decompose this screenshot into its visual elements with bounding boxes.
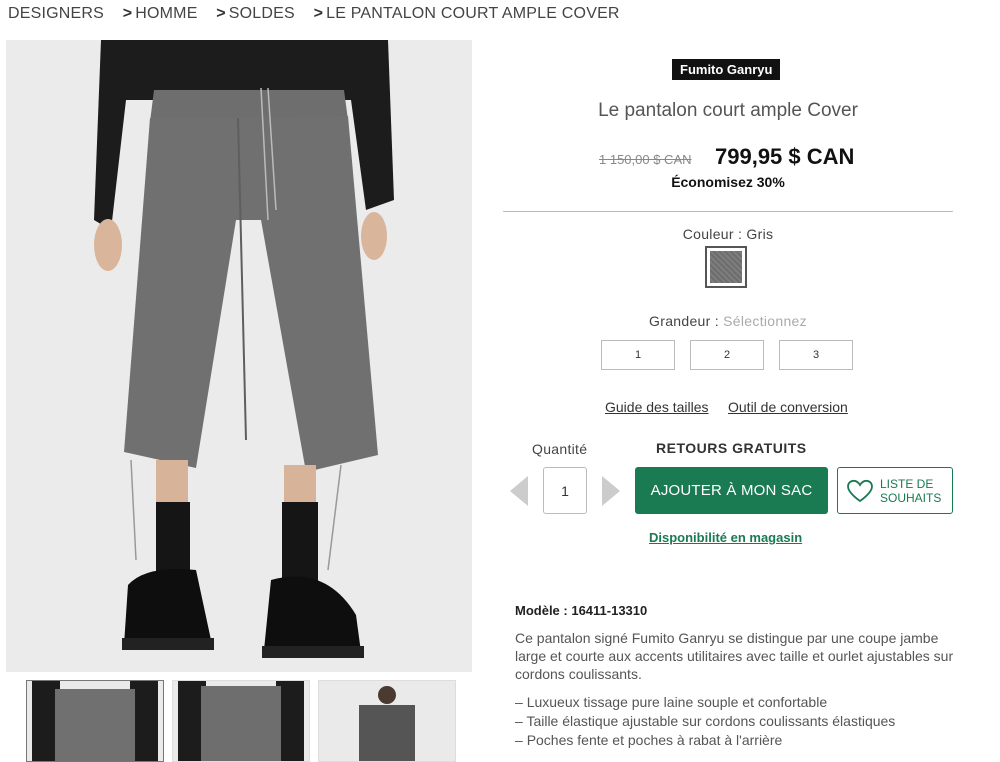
store-availability-link[interactable]: Disponibilité en magasin [649,530,802,545]
breadcrumb-designers[interactable]: DESIGNERS [8,5,104,23]
breadcrumb-separator: > [122,5,133,22]
size-placeholder: Sélectionnez [723,313,807,329]
size-option-1[interactable]: 1 [601,340,675,370]
size-option-3[interactable]: 3 [779,340,853,370]
color-label: Couleur : Gris [682,226,774,242]
breadcrumb-homme[interactable]: HOMME [135,5,197,23]
breadcrumb: DESIGNERS > HOMME > SOLDES > LE PANTALON CO… [8,5,620,23]
product-description: Ce pantalon signé Fumito Ganryu se disti… [515,630,954,682]
feature-item: Poches fente et poches à rabat à l'arriè… [515,731,895,750]
wishlist-label-line2: SOUHAITS [880,490,942,505]
feature-item: Taille élastique ajustable sur cordons c… [515,712,895,731]
quantity-decrease-arrow-icon[interactable] [510,476,528,506]
quantity-label: Quantité [532,441,588,457]
color-swatch-gris[interactable] [705,246,747,288]
wishlist-label-line1: LISTE DE [880,476,934,491]
free-returns-label: RETOURS GRATUITS [656,440,807,456]
wishlist-button[interactable]: LISTE DE SOUHAITS [837,467,953,514]
model-number: Modèle : 16411-13310 [515,603,648,618]
product-title: Le pantalon court ample Cover [598,100,858,121]
divider [503,211,953,212]
product-main-image[interactable] [6,40,472,672]
original-price: 1 150,00 $ CAN [599,152,692,167]
size-label: Grandeur : Sélectionnez [503,313,953,329]
heart-icon [847,479,873,502]
sale-price: 799,95 $ CAN [715,144,855,169]
add-to-bag-button[interactable]: AJOUTER À MON SAC [635,467,828,514]
breadcrumb-current: LE PANTALON COURT AMPLE COVER [326,5,620,22]
brand-badge[interactable]: Fumito Ganryu [672,59,781,80]
size-options: 1 2 3 [601,340,853,370]
quantity-increase-arrow-icon[interactable] [602,476,620,506]
feature-list: Luxueux tissage pure laine souple et con… [515,693,895,750]
quantity-input[interactable] [543,467,587,514]
size-guide-link[interactable]: Guide des tailles [605,399,709,415]
savings-text: Économisez 30% [671,174,785,190]
wishlist-label: LISTE DE SOUHAITS [880,477,941,505]
breadcrumb-separator: > [313,5,324,22]
size-option-2[interactable]: 2 [690,340,764,370]
size-label-text: Grandeur : [649,313,724,329]
conversion-tool-link[interactable]: Outil de conversion [728,399,848,415]
breadcrumb-soldes[interactable]: SOLDES [229,5,295,23]
feature-item: Luxueux tissage pure laine souple et con… [515,693,895,712]
breadcrumb-separator: > [216,5,226,22]
